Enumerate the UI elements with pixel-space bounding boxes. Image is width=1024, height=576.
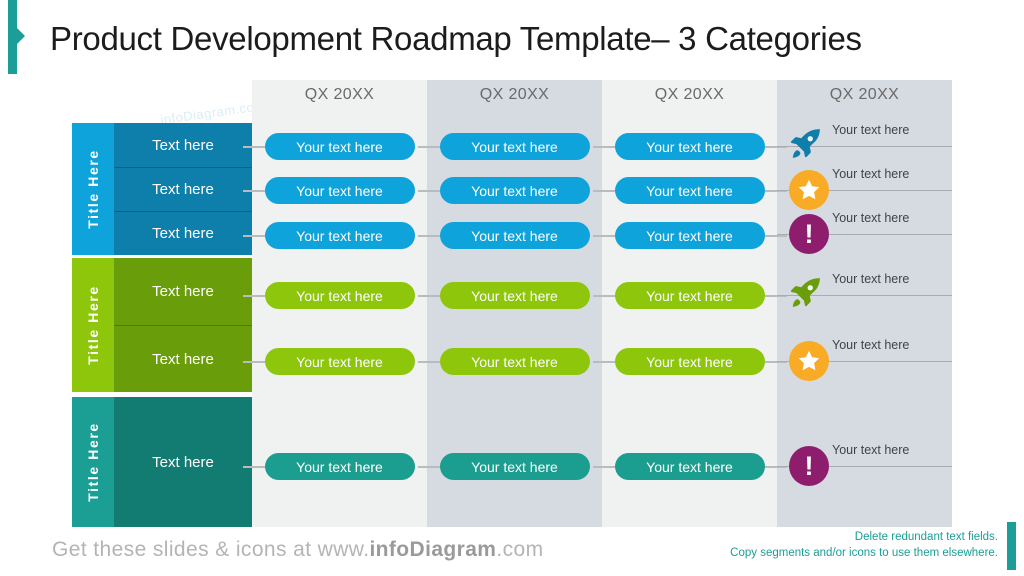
- category-body-2: Text here Text here: [114, 258, 252, 392]
- pill-connector: [242, 295, 265, 297]
- roadmap-pill[interactable]: Your text here: [264, 222, 415, 249]
- column-header-1[interactable]: QX 20XX: [252, 86, 427, 116]
- pill-connector: [242, 466, 265, 468]
- exclamation-glyph: !: [804, 450, 814, 481]
- category-body-1: Text here Text here Text here: [114, 123, 252, 255]
- roadmap-pill[interactable]: Your text here: [439, 177, 590, 204]
- page-title: Product Development Roadmap Template– 3 …: [50, 20, 862, 57]
- pill-connector: [592, 361, 615, 363]
- category-title-label: Title Here: [85, 285, 101, 365]
- slide-canvas: Product Development Roadmap Template– 3 …: [0, 0, 1024, 576]
- category-block-1: Title Here Text here Text here Text here: [72, 123, 252, 255]
- roadmap-pill[interactable]: Your text here: [614, 453, 765, 480]
- usage-note: Delete redundant text fields. Copy segme…: [730, 529, 998, 562]
- category-row-label[interactable]: Text here: [114, 167, 252, 211]
- accent-notch-icon: [17, 28, 25, 44]
- pill-connector: [592, 295, 615, 297]
- column-header-3[interactable]: QX 20XX: [602, 86, 777, 116]
- roadmap-pill[interactable]: Your text here: [264, 348, 415, 375]
- roadmap-pill[interactable]: Your text here: [614, 282, 765, 309]
- pill-connector: [417, 295, 440, 297]
- exclamation-glyph: !: [804, 218, 814, 249]
- milestone-label[interactable]: Your text here: [832, 338, 909, 352]
- rocket-icon[interactable]: [789, 275, 823, 314]
- star-circle-icon[interactable]: [789, 341, 829, 381]
- category-block-3: Title Here Text here: [72, 397, 252, 527]
- category-row-label[interactable]: Text here: [114, 211, 252, 255]
- accent-bar-left: [8, 0, 17, 74]
- pill-connector: [417, 361, 440, 363]
- milestone-label[interactable]: Your text here: [832, 211, 909, 225]
- pill-connector: [417, 190, 440, 192]
- category-title-label: Title Here: [85, 149, 101, 229]
- alert-circle-icon[interactable]: !: [789, 446, 829, 486]
- roadmap-pill[interactable]: Your text here: [439, 222, 590, 249]
- alert-circle-icon[interactable]: !: [789, 214, 829, 254]
- roadmap-pill[interactable]: Your text here: [264, 282, 415, 309]
- usage-note-line-2: Copy segments and/or icons to use them e…: [730, 547, 998, 560]
- pill-connector: [592, 190, 615, 192]
- roadmap-pill[interactable]: Your text here: [614, 222, 765, 249]
- footer-prefix: Get these slides & icons at www.: [52, 538, 370, 561]
- category-block-2: Title Here Text here Text here: [72, 258, 252, 392]
- pill-connector: [242, 190, 265, 192]
- footer-suffix: .com: [496, 538, 544, 561]
- category-title-label: Title Here: [85, 422, 101, 502]
- pill-connector: [592, 146, 615, 148]
- pill-connector: [242, 235, 265, 237]
- roadmap-pill[interactable]: Your text here: [264, 133, 415, 160]
- category-row-label[interactable]: Text here: [114, 123, 252, 167]
- pill-connector: [764, 235, 787, 237]
- roadmap-pill[interactable]: Your text here: [439, 282, 590, 309]
- accent-bar-right: [1007, 522, 1016, 570]
- milestone-label[interactable]: Your text here: [832, 167, 909, 181]
- milestone-label[interactable]: Your text here: [832, 272, 909, 286]
- pill-connector: [592, 466, 615, 468]
- category-body-3: Text here: [114, 397, 252, 527]
- pill-connector: [417, 146, 440, 148]
- column-header-4[interactable]: QX 20XX: [777, 86, 952, 116]
- category-row-label[interactable]: Text here: [114, 258, 252, 325]
- roadmap-pill[interactable]: Your text here: [439, 453, 590, 480]
- star-circle-icon[interactable]: [789, 170, 829, 210]
- pill-connector: [417, 235, 440, 237]
- rocket-icon[interactable]: [789, 126, 823, 165]
- category-side-3[interactable]: Title Here: [72, 397, 114, 527]
- roadmap-pill[interactable]: Your text here: [264, 453, 415, 480]
- pill-connector: [417, 466, 440, 468]
- milestone-label[interactable]: Your text here: [832, 443, 909, 457]
- column-header-2[interactable]: QX 20XX: [427, 86, 602, 116]
- usage-note-line-1: Delete redundant text fields.: [854, 530, 998, 543]
- roadmap-pill[interactable]: Your text here: [614, 348, 765, 375]
- roadmap-pill[interactable]: Your text here: [614, 133, 765, 160]
- pill-connector: [242, 361, 265, 363]
- footer-credit: Get these slides & icons at www.infoDiag…: [52, 538, 543, 562]
- roadmap-pill[interactable]: Your text here: [614, 177, 765, 204]
- roadmap-pill[interactable]: Your text here: [439, 348, 590, 375]
- category-side-2[interactable]: Title Here: [72, 258, 114, 392]
- pill-connector: [242, 146, 265, 148]
- category-row-label[interactable]: Text here: [114, 325, 252, 392]
- roadmap-pill[interactable]: Your text here: [264, 177, 415, 204]
- pill-connector: [592, 235, 615, 237]
- footer-brand: infoDiagram: [369, 538, 497, 561]
- category-side-1[interactable]: Title Here: [72, 123, 114, 255]
- roadmap-pill[interactable]: Your text here: [439, 133, 590, 160]
- category-row-label[interactable]: Text here: [114, 397, 252, 527]
- milestone-label[interactable]: Your text here: [832, 123, 909, 137]
